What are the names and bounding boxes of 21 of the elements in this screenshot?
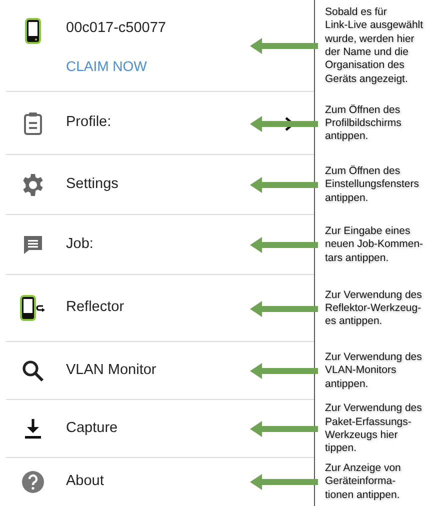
pointer-arrow <box>248 114 320 132</box>
annotation-text: Zur Anzeige von Geräteinforma- tionen antippen. <box>325 462 401 502</box>
annotation-text: Sobald es für Link-Live ausgewählt wurde, werden hier der Name und die Organisation des Geräts angezeigt. <box>325 6 424 86</box>
help-icon <box>20 469 46 495</box>
pointer-arrow <box>248 236 320 254</box>
menu-item[interactable]: About <box>6 458 314 506</box>
search-icon <box>20 358 46 384</box>
annotation-text: Zur Verwendung des Reflektor-Werkzeug- es antippen. <box>325 288 422 328</box>
reflector-device-icon <box>20 295 46 321</box>
annotation-text: Zum Öffnen des Einstellungsfensters antippen. <box>325 165 419 205</box>
pointer-arrow <box>248 420 320 438</box>
pointer-arrow <box>248 362 320 380</box>
annotation-text: Zur Verwendung des VLAN-Monitors antippen. <box>325 351 422 391</box>
pointer-arrow <box>248 37 320 55</box>
pointer-arrow <box>248 176 320 194</box>
device-name: 00c017-c50077 <box>66 19 166 38</box>
pointer-arrow <box>248 473 320 491</box>
pointer-arrow <box>248 300 320 318</box>
annotation-text: Zum Öffnen des Profilbildschirms antippen. <box>325 104 402 144</box>
annotation-text: Zur Verwendung des Paket-Erfassungs- Werkzeugs hier tippen. <box>325 402 422 456</box>
annotation-text: Zur Eingabe eines neuen Job-Kommen- tars antippen. <box>325 225 424 265</box>
